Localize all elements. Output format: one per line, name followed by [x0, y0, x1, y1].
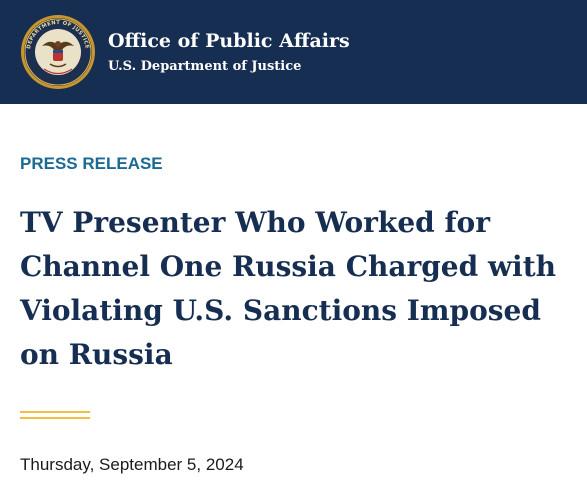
category-label: PRESS RELEASE — [20, 154, 163, 173]
accent-divider — [20, 411, 90, 419]
doj-seal-icon: DEPARTMENT OF JUSTICE — [21, 15, 95, 89]
home-link[interactable]: DEPARTMENT OF JUSTICE Office of Public A… — [0, 0, 350, 104]
publish-date: Thursday, September 5, 2024 — [20, 455, 244, 474]
site-header: DEPARTMENT OF JUSTICE Office of Public A… — [0, 0, 587, 104]
office-title: Office of Public Affairs — [108, 30, 350, 52]
page-title: TV Presenter Who Worked for Channel One … — [20, 206, 556, 371]
department-name: U.S. Department of Justice — [108, 59, 302, 74]
